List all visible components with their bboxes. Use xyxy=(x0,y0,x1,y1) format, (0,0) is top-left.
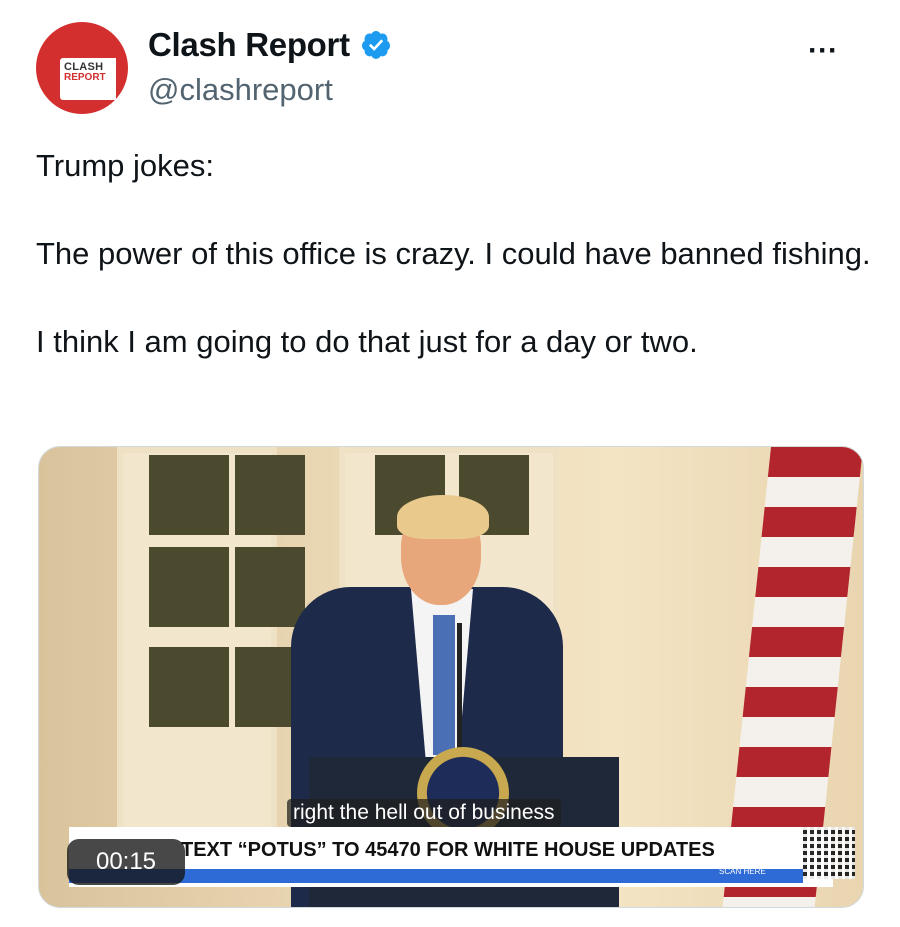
avatar[interactable]: CLASH REPORT xyxy=(36,22,128,114)
verified-badge-icon xyxy=(361,31,390,59)
banner-text: TEXT “POTUS” TO 45470 FOR WHITE HOUSE UP… xyxy=(181,839,715,861)
qr-code-icon xyxy=(803,827,855,879)
tweet-paragraph: Trump jokes: xyxy=(36,148,215,183)
video-player[interactable]: right the hell out of business TEXT “POT… xyxy=(38,446,864,908)
tweet-paragraph: I think I am going to do that just for a… xyxy=(36,324,698,359)
microphone xyxy=(457,623,462,763)
author-name[interactable]: Clash Report xyxy=(148,26,350,64)
tweet-paragraph: The power of this office is crazy. I cou… xyxy=(36,236,871,271)
video-timestamp: 00:15 xyxy=(67,839,185,885)
more-options-icon[interactable]: ··· xyxy=(808,36,838,66)
video-caption: right the hell out of business xyxy=(287,799,561,827)
tweet-text: Trump jokes: The power of this office is… xyxy=(36,144,876,364)
scan-label: SCAN HERE xyxy=(719,867,766,876)
author-name-row: Clash Report xyxy=(148,26,392,64)
avatar-logo-text-bottom: REPORT xyxy=(64,72,106,83)
author-handle[interactable]: @clashreport xyxy=(148,72,333,108)
